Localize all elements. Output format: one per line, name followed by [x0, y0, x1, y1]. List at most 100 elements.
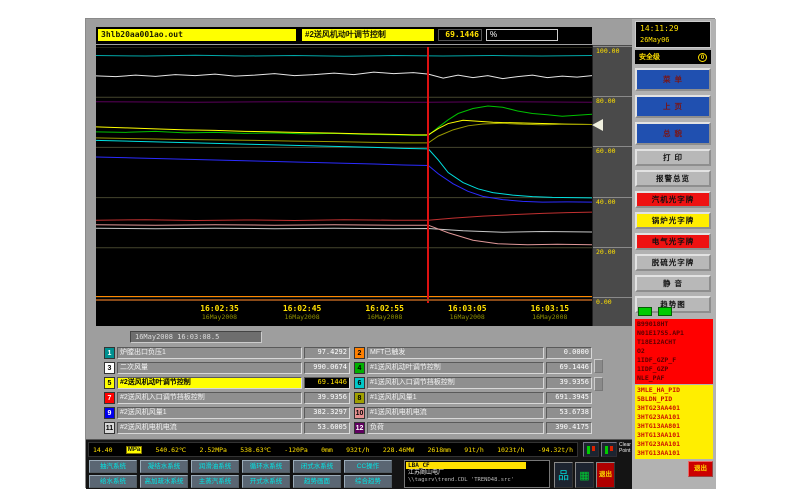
- trend-series-canvas: [96, 47, 592, 298]
- point-tag-field[interactable]: 3hlb20aa001ao.out: [98, 29, 296, 41]
- crt-indicator-tile-2[interactable]: [601, 442, 617, 457]
- bottom-exit-button[interactable]: 退出: [596, 462, 615, 488]
- system-nav-button[interactable]: 高加疏水系统: [140, 475, 188, 488]
- monitor-icon: ▦: [579, 470, 589, 482]
- pen-name: #2送风机电机电流: [117, 422, 302, 434]
- sidebar-button[interactable]: 上 页: [635, 95, 711, 118]
- crt-indicator-tile-1[interactable]: [583, 442, 599, 457]
- alarm-ack-tile[interactable]: [658, 307, 672, 316]
- security-level-value: 0: [698, 53, 707, 62]
- system-nav-button[interactable]: 抽汽系统: [89, 460, 137, 473]
- legend-row[interactable]: 12 负荷 390.4175: [354, 422, 592, 434]
- cursor-timestamp: 16May2008 16:03:08.5: [130, 331, 262, 343]
- sidebar-button[interactable]: 静 音: [635, 275, 711, 292]
- alarm-tag[interactable]: N01E17S5.AP1: [635, 329, 713, 338]
- sidebar-button[interactable]: 电气光字牌: [635, 233, 711, 250]
- legend-row[interactable]: 10 #1送风机电机电流 53.6738: [354, 407, 592, 419]
- alarm-tag[interactable]: 3HTG13AA101: [635, 449, 713, 458]
- alarm-tag[interactable]: 3HTG23AA401: [635, 404, 713, 413]
- legend-scroll-down-button[interactable]: [594, 377, 603, 391]
- point-description-field[interactable]: #2送风机动叶调节控制: [302, 29, 434, 41]
- value-scale[interactable]: 100.00 80.00 60.00 40.00: [592, 45, 632, 326]
- sidebar-button[interactable]: 报警总览: [635, 170, 711, 187]
- legend-row[interactable]: 1 炉膛出口负压1 97.4292: [104, 347, 350, 359]
- system-nav-button[interactable]: CC操作: [344, 460, 392, 473]
- x-tick-time: 16:03:15: [531, 304, 570, 313]
- point-value-field: 69.1446: [438, 29, 482, 41]
- system-nav-button[interactable]: 循环水系统: [242, 460, 290, 473]
- sidebar-buttons: 菜 单上 页总 貌打 印报警总览汽机光字牌锅炉光字牌电气光字牌脱硫光字牌静 音趋…: [635, 68, 711, 313]
- alarm-tag[interactable]: 3HTG13AA101: [635, 431, 713, 440]
- pen-name: 炉膛出口负压1: [117, 347, 302, 359]
- system-nav-button[interactable]: 给水系统: [89, 475, 137, 488]
- x-tick-date: 16May2008: [283, 313, 322, 321]
- alarm-tag[interactable]: 1IDF_GZP_F: [635, 356, 713, 365]
- time-cursor[interactable]: [427, 47, 429, 303]
- alarm-tag[interactable]: 3HTG23AA101: [635, 440, 713, 449]
- display-button[interactable]: ▦: [575, 462, 594, 488]
- alarm-tag[interactable]: 1IDF_GZP: [635, 365, 713, 374]
- exit-button[interactable]: 退出: [688, 461, 713, 477]
- scale-pointer-triangle[interactable]: [592, 119, 603, 131]
- legend-row[interactable]: 11 #2送风机电机电流 53.6005: [104, 422, 350, 434]
- pen-value: 97.4292: [304, 347, 350, 359]
- alarm-tag[interactable]: B99018HT: [635, 320, 713, 329]
- status-unit-chip: MPa: [126, 446, 142, 454]
- legend-row[interactable]: 9 #2送风机风量1 382.3297: [104, 407, 350, 419]
- clock-date: 26May06: [640, 35, 710, 45]
- pen-value: 39.9356: [304, 392, 350, 404]
- y-tick: 80.00: [593, 96, 632, 105]
- status-value: 14.40: [93, 446, 113, 454]
- alarm-ack-tile[interactable]: [638, 307, 652, 316]
- pen-color-swatch: 8: [354, 392, 365, 404]
- sidebar-button[interactable]: 汽机光字牌: [635, 191, 711, 208]
- x-tick-time: 16:02:35: [200, 304, 239, 313]
- alarm-tag[interactable]: O2: [635, 347, 713, 356]
- system-nav-button[interactable]: 闭式水系统: [293, 460, 341, 473]
- alarm-tag[interactable]: 3MLE_HA_PID: [635, 386, 713, 395]
- alarm-tag[interactable]: NLE_PAF: [635, 374, 713, 383]
- sidebar-button[interactable]: 总 貌: [635, 122, 711, 145]
- pen-name: #2送风机风量1: [117, 407, 302, 419]
- legend-row[interactable]: 4 #1送风机动叶调节控制 69.1446: [354, 362, 592, 374]
- sidebar-button[interactable]: 菜 单: [635, 68, 711, 91]
- legend-row[interactable]: 2 MFT已触发 0.0000: [354, 347, 592, 359]
- sidebar-button[interactable]: 打 印: [635, 149, 711, 166]
- message-box: LBA_CF 江苏阚山电厂 \\tagsrv\trend.CDL 'TREND4…: [404, 460, 550, 488]
- trend-plot-area[interactable]: [96, 47, 592, 298]
- clock-box: 14:11:29 26May06: [635, 21, 711, 48]
- legend-row[interactable]: 5 #2送风机动叶调节控制 69.1446: [104, 377, 350, 389]
- system-nav-button[interactable]: 主蒸汽系统: [191, 475, 239, 488]
- message-selected-tag[interactable]: LBA_CF: [406, 462, 526, 469]
- pen-color-swatch: 5: [104, 377, 115, 389]
- network-button[interactable]: 品: [554, 462, 573, 488]
- clear-point-label[interactable]: Clear Point: [619, 442, 632, 454]
- pen-name: 二次风量: [117, 362, 302, 374]
- system-nav-button[interactable]: 开式水系统: [242, 475, 290, 488]
- legend-row[interactable]: 7 #2送风机入口调节挡板控制 39.9356: [104, 392, 350, 404]
- system-nav-button[interactable]: 趋势画面: [293, 475, 341, 488]
- system-nav-button[interactable]: 综合趋势: [344, 475, 392, 488]
- legend-row[interactable]: 3 二次风量 990.0674: [104, 362, 350, 374]
- legend-scroll-up-button[interactable]: [594, 359, 603, 373]
- legend-row[interactable]: 6 #1送风机入口调节挡板控制 39.9356: [354, 377, 592, 389]
- alarm-tag[interactable]: 5BLDN_PID: [635, 395, 713, 404]
- alarm-tag[interactable]: 3HTG23AA101: [635, 413, 713, 422]
- legend-right-column: 2 MFT已触发 0.0000 4 #1送风机动叶调节控制 69.1446 6 …: [354, 347, 592, 434]
- point-unit-field: %: [486, 29, 558, 41]
- system-nav-button[interactable]: 润滑油系统: [191, 460, 239, 473]
- alarm-list-active: B99018HTN01E17S5.AP1T18E12ACHTO21IDF_GZP…: [635, 319, 713, 384]
- sidebar-button[interactable]: 锅炉光字牌: [635, 212, 711, 229]
- status-value: 540.62℃: [155, 446, 186, 454]
- bottom-bar: 14.40 MPa 540.62℃2.52MPa538.63℃-120Pa0mm…: [86, 439, 632, 489]
- system-nav-button[interactable]: 凝结水系统: [140, 460, 188, 473]
- y-tick-label: 40.00: [593, 198, 632, 206]
- x-tick-date: 16May2008: [200, 313, 239, 321]
- sidebar-button[interactable]: 脱硫光字牌: [635, 254, 711, 271]
- alarm-tag[interactable]: 3HTG13AA801: [635, 422, 713, 431]
- alarm-tag[interactable]: T18E12ACHT: [635, 338, 713, 347]
- legend-row[interactable]: 8 #1送风机风量1 691.3945: [354, 392, 592, 404]
- trend-chart[interactable]: 16:02:35 16May2008 16:02:45 16May2008 16…: [96, 45, 592, 326]
- pen-value: 990.0674: [304, 362, 350, 374]
- x-tick: 16:03:15 16May2008: [531, 304, 570, 321]
